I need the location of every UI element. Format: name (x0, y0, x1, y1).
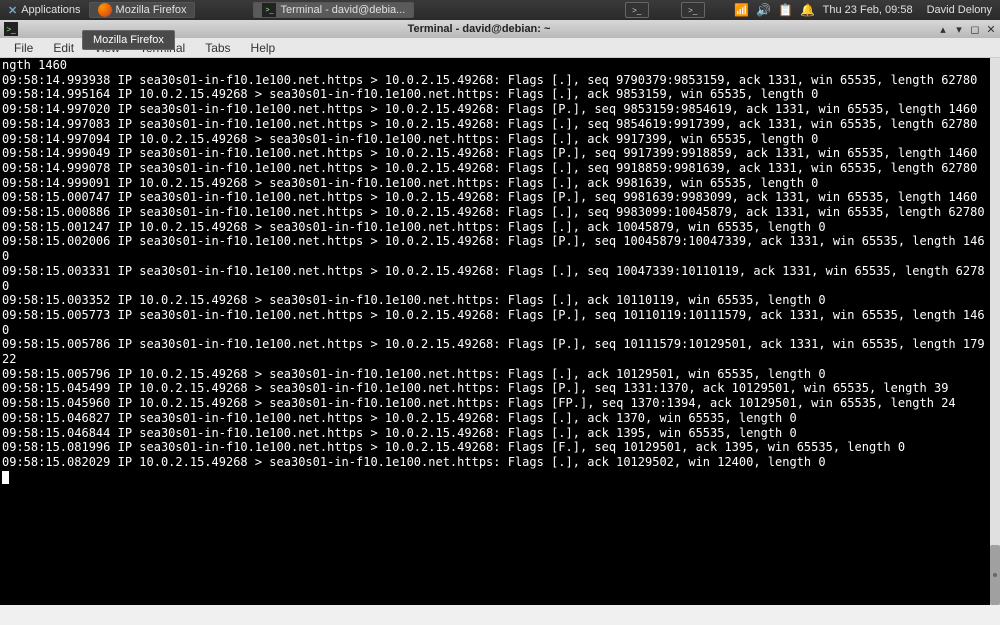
username[interactable]: David Delony (921, 4, 998, 16)
terminal-icon (262, 3, 276, 17)
clipboard-icon[interactable]: 📋 (779, 3, 793, 17)
terminal-cursor (2, 471, 9, 484)
scrollbar-thumb[interactable] (990, 545, 1000, 605)
menu-file[interactable]: File (4, 39, 43, 57)
quick-launch-terminal-2[interactable] (681, 2, 705, 18)
terminal-text: ngth 1460 09:58:14.993938 IP sea30s01-in… (2, 58, 985, 469)
applications-menu[interactable]: ✕ Applications (2, 4, 87, 17)
taskbar-terminal[interactable]: Terminal - david@debia... (253, 2, 414, 18)
menu-edit[interactable]: Edit (43, 39, 84, 57)
shade-button[interactable]: ◻ (968, 22, 982, 36)
firefox-icon (98, 3, 112, 17)
notification-icon[interactable]: 🔔 (801, 3, 815, 17)
maximize-button[interactable]: ▾ (952, 22, 966, 36)
window-terminal-icon (4, 22, 18, 36)
minimize-button[interactable]: ▴ (936, 22, 950, 36)
terminal-output[interactable]: ngth 1460 09:58:14.993938 IP sea30s01-in… (0, 58, 990, 605)
applications-label: Applications (21, 4, 80, 16)
system-panel: ✕ Applications Mozilla Firefox Terminal … (0, 0, 1000, 20)
tooltip: Mozilla Firefox (82, 30, 175, 50)
menu-help[interactable]: Help (241, 39, 286, 57)
scrollbar[interactable] (990, 58, 1000, 605)
taskbar-firefox[interactable]: Mozilla Firefox (89, 2, 196, 18)
network-icon[interactable]: 📶 (735, 3, 749, 17)
menu-tabs[interactable]: Tabs (195, 39, 240, 57)
volume-icon[interactable]: 🔊 (757, 3, 771, 17)
taskbar-firefox-label: Mozilla Firefox (116, 4, 187, 16)
clock[interactable]: Thu 23 Feb, 09:58 (823, 4, 913, 16)
quick-launch-terminal-1[interactable] (625, 2, 649, 18)
taskbar-terminal-label: Terminal - david@debia... (280, 4, 405, 16)
close-button[interactable]: ✕ (984, 22, 998, 36)
xfce-icon: ✕ (8, 4, 17, 17)
